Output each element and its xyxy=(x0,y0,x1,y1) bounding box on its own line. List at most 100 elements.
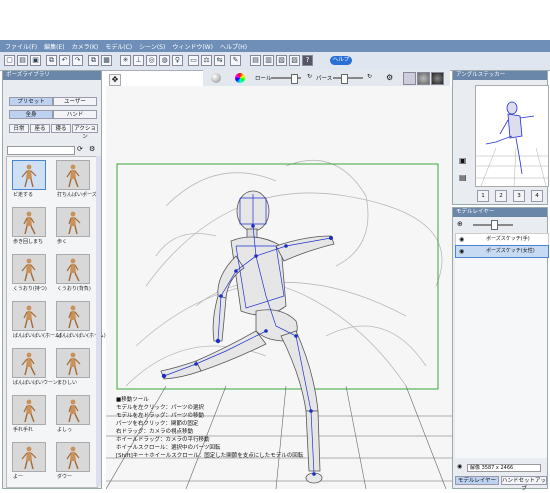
perspective-slider-thumb[interactable] xyxy=(341,74,348,84)
tab-preset[interactable]: プリセット xyxy=(9,97,53,106)
pose-figure-icon xyxy=(23,211,36,235)
model-layer-title: モデルレイヤー xyxy=(453,208,547,217)
pose-thumbnail-label: くうおり(背負) xyxy=(57,286,91,292)
redo-icon[interactable]: ↷ xyxy=(72,55,83,66)
refresh-icon[interactable]: ⟳ xyxy=(77,145,83,153)
camera-icon[interactable]: ◍ xyxy=(159,55,170,66)
opacity-slider-thumb[interactable] xyxy=(491,220,498,230)
eye-icon[interactable]: ◉ xyxy=(459,248,464,255)
hint-line: モデルを左クリック：パーツの選択 xyxy=(116,405,204,411)
category-sit[interactable]: 座る xyxy=(30,124,50,133)
scale-icon[interactable]: ⚖ xyxy=(201,55,212,66)
menu-item[interactable]: シーン(S) xyxy=(139,42,165,51)
pose-thumbnail[interactable] xyxy=(56,207,90,237)
pose-figure-icon xyxy=(23,305,37,329)
pose-figure-icon xyxy=(66,164,80,188)
pose-figure-icon xyxy=(66,258,80,282)
pose-figure-icon xyxy=(21,258,36,282)
tab-model-layer[interactable]: モデルレイヤー xyxy=(455,476,499,485)
pose-thumbnail-label: 打ちんばいポーズ xyxy=(57,192,97,198)
layout-icon[interactable]: ▥ xyxy=(263,55,274,66)
pose-list-scrollbar[interactable] xyxy=(96,156,101,486)
angle-button-1[interactable]: 1 xyxy=(477,190,489,202)
subtab-hand[interactable]: ハンド xyxy=(53,110,97,119)
duplicate-icon[interactable]: ⧉ xyxy=(88,55,99,66)
export-icon[interactable]: ▧ xyxy=(276,55,287,66)
pose-thumbnail[interactable] xyxy=(56,254,90,284)
pose-thumbnail[interactable] xyxy=(12,348,46,378)
model-layer-panel: モデルレイヤー ⊕ ◉ ポーズスケッチ(手) ◉ ポーズスケッチ(女性) ◉ 解… xyxy=(452,207,549,492)
help-badge-button[interactable]: ヘルプ xyxy=(330,56,352,65)
subtab-full-body[interactable]: 全身 xyxy=(9,110,53,119)
pose-figure-icon xyxy=(68,305,80,329)
copy-icon[interactable]: ⧉ xyxy=(46,55,57,66)
pose-thumbnail[interactable] xyxy=(56,301,90,331)
pose-thumbnail[interactable] xyxy=(56,395,90,425)
light-icon[interactable]: ✳ xyxy=(120,55,131,66)
pose-thumbnail[interactable] xyxy=(12,442,46,472)
save-icon[interactable]: ▣ xyxy=(30,55,41,66)
pose-thumbnail[interactable] xyxy=(12,395,46,425)
undo-icon[interactable]: ↶ xyxy=(59,55,70,66)
pose-figure-icon xyxy=(68,211,81,235)
pose-thumbnail[interactable] xyxy=(56,348,90,378)
angle-button-3[interactable]: 3 xyxy=(513,190,525,202)
gear-icon[interactable]: ⚙ xyxy=(386,73,393,82)
paste-icon[interactable]: ▦ xyxy=(101,55,112,66)
lighting-sphere-icon[interactable] xyxy=(211,73,221,83)
menu-item[interactable]: ファイル(F) xyxy=(5,42,37,51)
render-mode-dark-icon[interactable] xyxy=(431,72,444,85)
layer-row-selected[interactable]: ◉ ポーズスケッチ(女性) xyxy=(455,245,549,258)
angle-button-4[interactable]: 4 xyxy=(531,190,543,202)
save-angle-icon[interactable]: ▤ xyxy=(459,173,467,182)
angle-preview[interactable] xyxy=(475,85,549,187)
category-daily[interactable]: 日常 xyxy=(9,124,29,133)
pose-figure-icon xyxy=(66,446,80,470)
tab-hand-setup[interactable]: ハンドセットアップ xyxy=(501,476,547,492)
pose-thumbnail[interactable] xyxy=(12,160,46,190)
category-action[interactable]: アクション xyxy=(72,124,98,140)
pose-thumbnail[interactable] xyxy=(56,442,90,472)
eye-icon[interactable]: ◉ xyxy=(457,463,462,470)
menu-item[interactable]: 編集(E) xyxy=(44,42,64,51)
move-tool-icon[interactable]: ✥ xyxy=(109,74,121,86)
ruler-icon[interactable]: ▭ xyxy=(188,55,199,66)
new-file-icon[interactable]: ▢ xyxy=(4,55,15,66)
eye-icon[interactable]: ◉ xyxy=(459,236,464,243)
pose-thumbnail[interactable] xyxy=(56,160,90,190)
menu-item[interactable]: ヘルプ(H) xyxy=(220,42,247,51)
angle-button-2[interactable]: 2 xyxy=(495,190,507,202)
axis-icon[interactable]: ⊥ xyxy=(133,55,144,66)
reset-perspective-icon[interactable]: ↻ xyxy=(367,73,372,80)
add-layer-icon[interactable]: ⊕ xyxy=(457,220,463,228)
color-wheel-icon[interactable] xyxy=(235,73,245,83)
help-icon[interactable]: ? xyxy=(302,55,313,66)
pose-search-input[interactable] xyxy=(7,146,75,155)
mirror-icon[interactable]: ⇆ xyxy=(214,55,225,66)
pose-thumbnail-label: ダウー xyxy=(57,474,73,480)
pose-thumbnail[interactable] xyxy=(12,254,46,284)
target-icon[interactable]: ◎ xyxy=(146,55,157,66)
hint-line: 右ドラッグ：カメラの視点移動 xyxy=(116,429,194,435)
figure-icon[interactable]: ♀ xyxy=(172,55,183,66)
roll-slider-thumb[interactable] xyxy=(291,74,298,84)
perspective-slider[interactable] xyxy=(333,77,363,79)
pose-figure-icon xyxy=(68,399,80,423)
pen-icon[interactable]: ✎ xyxy=(230,55,241,66)
pose-thumbnail[interactable] xyxy=(12,301,46,331)
category-lie[interactable]: 寝る xyxy=(51,124,71,133)
pose-thumbnail[interactable] xyxy=(12,207,46,237)
camera-icon[interactable]: ▣ xyxy=(459,156,467,165)
menu-item[interactable]: モデル(C) xyxy=(105,42,132,51)
settings-icon[interactable]: ⚙ xyxy=(89,145,95,153)
menu-item[interactable]: カメラ(K) xyxy=(72,42,99,51)
reset-roll-icon[interactable]: ↻ xyxy=(307,73,312,80)
layer-name: ポーズスケッチ(手) xyxy=(486,236,530,242)
render-mode-shaded-icon[interactable] xyxy=(417,72,430,85)
grid-icon[interactable]: ▤ xyxy=(250,55,261,66)
render-mode-wire-icon[interactable] xyxy=(403,72,416,85)
menu-item[interactable]: ウィンドウ(W) xyxy=(172,42,213,51)
open-folder-icon[interactable]: ▤ xyxy=(17,55,28,66)
tab-user[interactable]: ユーザー xyxy=(53,97,97,106)
image-icon[interactable]: ▨ xyxy=(289,55,300,66)
